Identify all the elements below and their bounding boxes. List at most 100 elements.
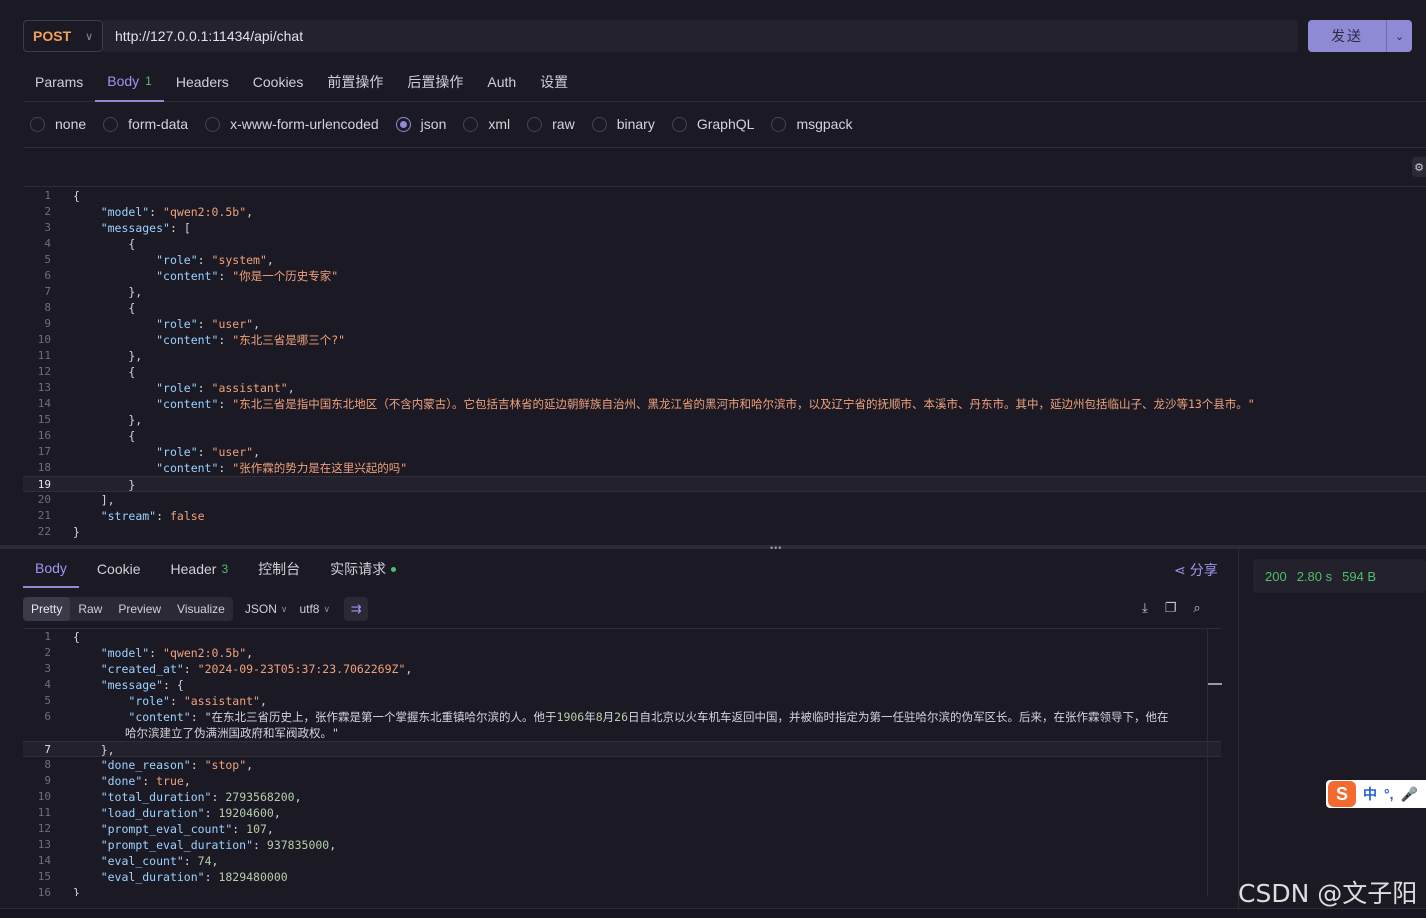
- request-body-editor[interactable]: 1{2 "model": "qwen2:0.5b", 3 "messages": …: [23, 188, 1426, 544]
- encoding-select[interactable]: utf8 ∨: [299, 602, 330, 616]
- line-text: "message": {: [100, 678, 184, 692]
- code-line: 6 "content": "你是一个历史专家": [23, 268, 1426, 284]
- tab-7[interactable]: 设置: [528, 62, 580, 102]
- response-tab-0[interactable]: Body: [23, 550, 79, 588]
- tab-label: Cookies: [252, 74, 304, 90]
- line-number: 5: [44, 694, 51, 707]
- tab-4[interactable]: 前置操作: [315, 62, 395, 102]
- code-line: 10 "content": "东北三省是哪三个?": [23, 332, 1426, 348]
- response-tab-3[interactable]: 控制台: [246, 550, 312, 588]
- send-button-group: 发送 ⌄: [1308, 20, 1412, 52]
- pane-splitter[interactable]: [0, 545, 1426, 549]
- microphone-icon[interactable]: 🎤: [1401, 786, 1418, 803]
- bottom-border: [0, 908, 1426, 918]
- body-type-binary[interactable]: binary: [591, 116, 655, 132]
- body-type-raw[interactable]: raw: [527, 116, 575, 132]
- radio-dot[interactable]: [771, 116, 787, 132]
- line-number: 15: [37, 413, 51, 426]
- code-line: 1{: [23, 629, 1221, 645]
- line-text: {: [73, 237, 136, 251]
- code-line: 7 },: [23, 284, 1426, 300]
- response-tab-4[interactable]: 实际请求: [318, 550, 408, 588]
- line-number: 5: [44, 253, 51, 266]
- radio-dot[interactable]: [671, 116, 687, 132]
- ime-lang[interactable]: 中: [1363, 784, 1377, 804]
- response-actions: ⤓ ❐ ⌕: [1142, 600, 1201, 616]
- code-line: 12 "prompt_eval_count": 107,: [23, 821, 1221, 837]
- body-type-GraphQL[interactable]: GraphQL: [671, 116, 754, 132]
- format-select[interactable]: JSON ∨: [245, 602, 288, 616]
- share-button[interactable]: ⋖ 分享: [1174, 560, 1218, 580]
- code-line: 9 "done": true,: [23, 773, 1221, 789]
- line-text: "eval_count": 74,: [100, 854, 219, 868]
- line-text: ],: [73, 493, 115, 507]
- code-line: 3 "created_at": "2024-09-23T05:37:23.706…: [23, 661, 1221, 677]
- tab-1[interactable]: Body 1: [95, 62, 164, 102]
- body-type-xml[interactable]: xml: [463, 116, 510, 132]
- tab-label: Header: [170, 561, 217, 577]
- line-number: 14: [37, 854, 51, 867]
- method-label: POST: [33, 28, 72, 44]
- scrollbar-thumb[interactable]: [1208, 683, 1222, 685]
- tab-5[interactable]: 后置操作: [395, 62, 475, 102]
- radio-label: none: [55, 116, 87, 132]
- search-icon[interactable]: ⌕: [1193, 600, 1200, 616]
- code-line: 13 "prompt_eval_duration": 937835000,: [23, 837, 1221, 853]
- line-text: "model": "qwen2:0.5b",: [100, 205, 254, 219]
- line-text: {: [73, 429, 136, 443]
- line-text: },: [73, 413, 143, 427]
- radio-dot[interactable]: [205, 116, 221, 132]
- line-number: 2: [44, 205, 51, 218]
- radio-dot[interactable]: [463, 116, 479, 132]
- response-scrollbar[interactable]: [1207, 628, 1222, 896]
- tab-6[interactable]: Auth: [475, 62, 528, 102]
- body-type-form-data[interactable]: form-data: [103, 116, 188, 132]
- line-text: "done_reason": "stop",: [100, 758, 254, 772]
- view-mode-visualize[interactable]: Visualize: [169, 597, 233, 621]
- line-text: "role": "user",: [156, 317, 260, 331]
- view-mode-pretty[interactable]: Pretty: [23, 597, 71, 621]
- radio-dot[interactable]: [30, 116, 45, 132]
- tab-2[interactable]: Headers: [164, 62, 241, 102]
- radio-dot[interactable]: [591, 116, 607, 132]
- radio-dot[interactable]: [395, 116, 411, 132]
- line-number: 4: [44, 237, 51, 250]
- url-input[interactable]: http://127.0.0.1:11434/api/chat: [103, 20, 1298, 52]
- radio-label: json: [420, 116, 447, 132]
- response-time: 2.80 s: [1296, 568, 1333, 584]
- line-number: 17: [37, 445, 51, 458]
- tab-0[interactable]: Params: [23, 62, 95, 102]
- radio-dot[interactable]: [103, 116, 119, 132]
- body-type-none[interactable]: none: [30, 116, 86, 132]
- tab-label: Cookie: [96, 561, 141, 577]
- ime-punct[interactable]: °,: [1384, 786, 1394, 802]
- download-icon[interactable]: ⤓: [1142, 600, 1148, 616]
- tab-3[interactable]: Cookies: [241, 62, 316, 102]
- chevron-down-icon: ∨: [280, 603, 288, 614]
- copy-icon[interactable]: ❐: [1165, 600, 1177, 616]
- body-type-msgpack[interactable]: msgpack: [771, 116, 852, 132]
- send-dropdown-chevron-icon[interactable]: ⌄: [1386, 20, 1412, 52]
- tab-label: Body: [107, 73, 140, 89]
- view-mode-segment: Pretty Raw Preview Visualize: [23, 597, 233, 621]
- response-tab-2[interactable]: Header 3: [159, 550, 241, 588]
- line-number: 20: [37, 493, 51, 506]
- code-line: 8 {: [23, 300, 1426, 316]
- ime-toolbar[interactable]: S 中 °, 🎤: [1326, 780, 1426, 808]
- response-tab-1[interactable]: Cookie: [85, 550, 153, 588]
- view-mode-preview[interactable]: Preview: [110, 597, 169, 621]
- view-mode-raw[interactable]: Raw: [70, 597, 110, 621]
- body-type-json[interactable]: json: [395, 116, 447, 132]
- settings-icon[interactable]: ⚙: [1412, 157, 1426, 177]
- response-view-bar: Pretty Raw Preview Visualize JSON ∨ utf8 ∨ …: [23, 596, 1226, 622]
- line-number: 12: [37, 365, 51, 378]
- code-line: 3 "messages": [: [23, 220, 1426, 236]
- send-button[interactable]: 发送: [1308, 20, 1386, 52]
- line-text: }: [73, 478, 136, 492]
- response-tabs: Body Cookie Header 3 控制台 实际请求: [23, 550, 1226, 588]
- radio-dot[interactable]: [527, 116, 543, 132]
- method-select[interactable]: POST ∨: [23, 20, 103, 52]
- wrap-lines-icon[interactable]: ⇉: [344, 597, 369, 621]
- body-type-x-www-form-urlencoded[interactable]: x-www-form-urlencoded: [205, 116, 379, 132]
- response-body-viewer[interactable]: 1{2 "model": "qwen2:0.5b", 3 "created_at"…: [23, 628, 1221, 896]
